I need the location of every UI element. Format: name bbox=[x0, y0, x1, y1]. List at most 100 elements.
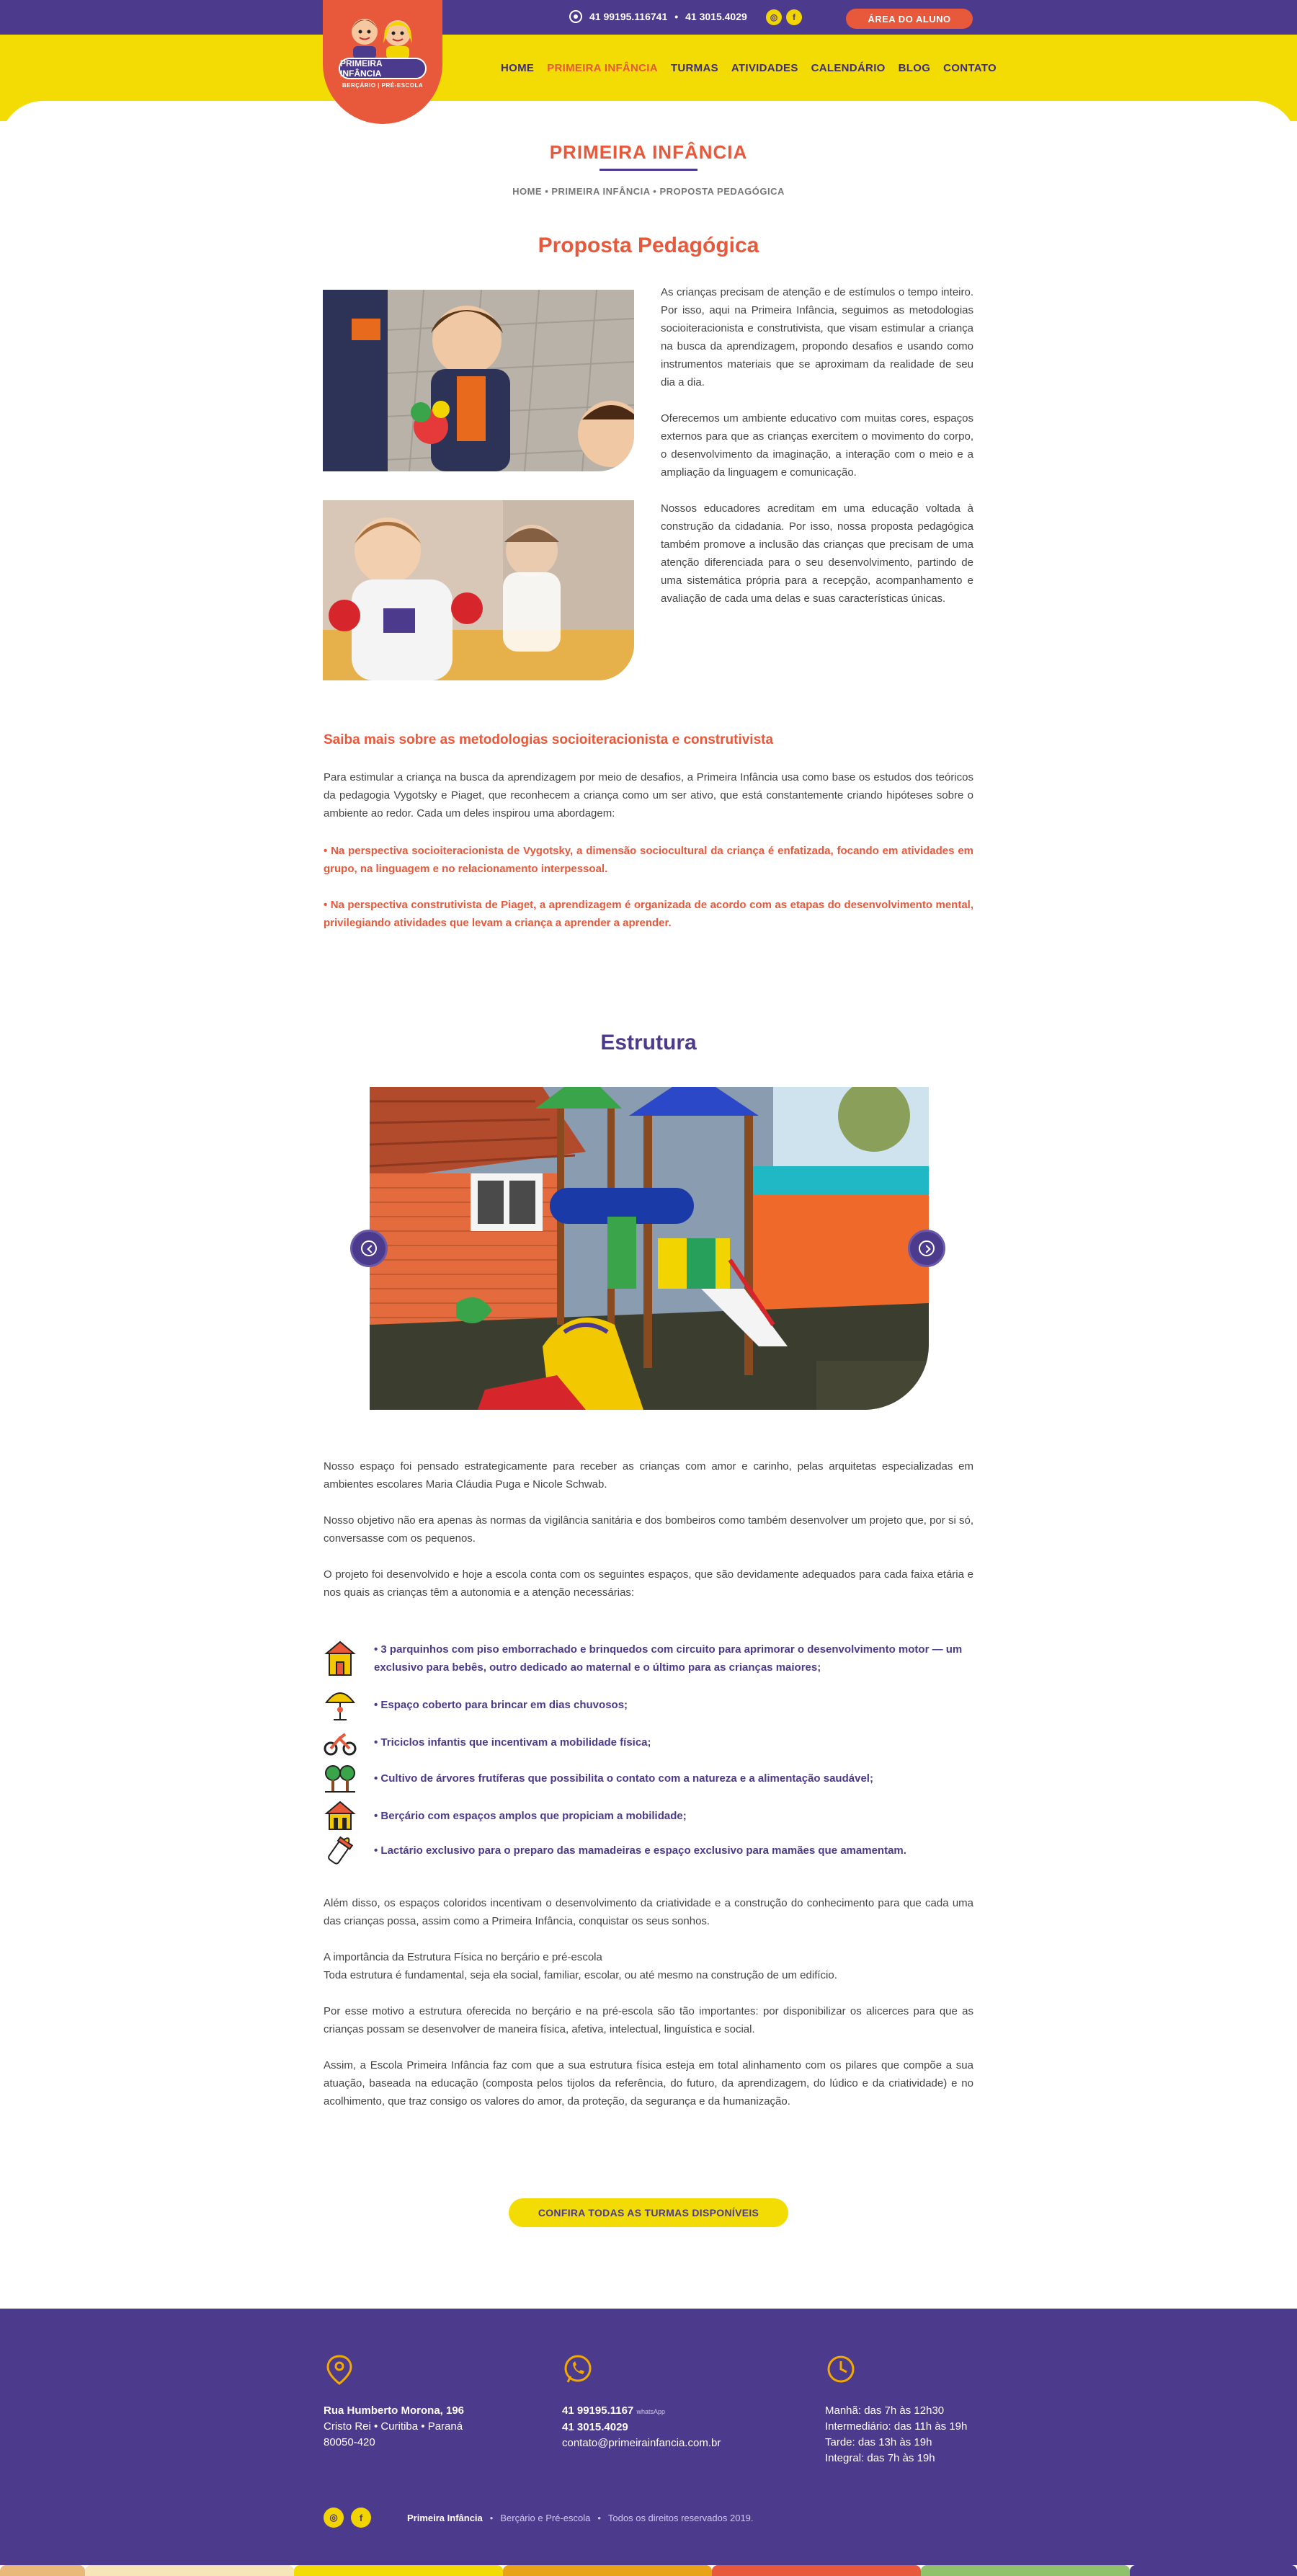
footer-email[interactable]: contato@primeirainfancia.com.br bbox=[562, 2435, 721, 2451]
nav-calendario[interactable]: CALENDÁRIO bbox=[805, 62, 892, 74]
proposta-text: As crianças precisam de atenção e de est… bbox=[661, 283, 973, 626]
page-title: PRIMEIRA INFÂNCIA bbox=[549, 141, 748, 163]
house-icon bbox=[324, 1800, 356, 1830]
footer-phone-2[interactable]: 41 3015.4029 bbox=[562, 2420, 721, 2435]
footer-brand: Primeira Infância bbox=[407, 2512, 483, 2523]
estrutura-title: Estrutura bbox=[600, 1031, 697, 1054]
logo[interactable]: PRIMEIRA INFÂNCIA BERÇÁRIO | PRÉ-ESCOLA bbox=[323, 0, 442, 124]
nav-home[interactable]: HOME bbox=[494, 62, 540, 74]
footer-city: Cristo Rei • Curitiba • Paraná bbox=[324, 2420, 463, 2433]
logo-name: PRIMEIRA INFÂNCIA bbox=[339, 58, 427, 79]
footer-phone-note: whatsApp bbox=[636, 2408, 665, 2415]
facebook-icon[interactable]: f bbox=[351, 2508, 371, 2528]
confira-turmas-button[interactable]: CONFIRA TODAS AS TURMAS DISPONÍVEIS bbox=[509, 2198, 788, 2227]
estrutura-paragraph: O projeto foi desenvolvido e hoje a esco… bbox=[324, 1568, 973, 1599]
slider-next-button[interactable] bbox=[908, 1230, 945, 1267]
footer-hours-line: Tarde: das 13h às 19h bbox=[825, 2436, 932, 2448]
footer-hours-line: Integral: das 7h às 19h bbox=[825, 2452, 935, 2464]
feature-text: • Espaço coberto para brincar em dias ch… bbox=[374, 1698, 628, 1711]
clock-icon bbox=[827, 2355, 855, 2383]
footer-rights: Todos os direitos reservados 2019. bbox=[607, 2512, 754, 2523]
footer-contact: 41 99195.1167 whatsApp 41 3015.4029 cont… bbox=[562, 2353, 721, 2451]
trees-icon bbox=[325, 1765, 355, 1793]
area-do-aluno-button[interactable]: ÁREA DO ALUNO bbox=[846, 9, 973, 29]
strip-segment bbox=[85, 2565, 294, 2576]
main-nav: HOME PRIMEIRA INFÂNCIA TURMAS ATIVIDADES… bbox=[494, 62, 1003, 74]
closing-paragraph: Assim, a Escola Primeira Infância faz co… bbox=[324, 2059, 973, 2108]
feature-text: • Triciclos infantis que incentivam a mo… bbox=[374, 1736, 651, 1749]
nav-contato[interactable]: CONTATO bbox=[937, 62, 1003, 74]
estrutura-closing: Além disso, os espaços coloridos incenti… bbox=[324, 1894, 973, 2128]
footer-tagline: Berçário e Pré-escola bbox=[500, 2512, 591, 2523]
feature-text: • Cultivo de árvores frutíferas que poss… bbox=[374, 1772, 873, 1785]
closing-paragraph: Além disso, os espaços coloridos incenti… bbox=[324, 1897, 973, 1927]
strip-segment bbox=[712, 2565, 921, 2576]
feature-text: • Berçário com espaços amplos que propic… bbox=[374, 1809, 687, 1822]
footer-street: Rua Humberto Morona, 196 bbox=[324, 2404, 465, 2417]
feature-text: • Lactário exclusivo para o preparo das … bbox=[374, 1844, 906, 1857]
facebook-icon[interactable]: f bbox=[786, 9, 802, 25]
feature-item: • Triciclos infantis que incentivam a mo… bbox=[324, 1724, 979, 1760]
logo-subtitle: BERÇÁRIO | PRÉ-ESCOLA bbox=[342, 82, 424, 89]
strip-segment bbox=[1130, 2565, 1297, 2576]
feature-item: • Espaço coberto para brincar em dias ch… bbox=[324, 1687, 979, 1723]
footer-hours-line: Manhã: das 7h às 12h30 bbox=[825, 2404, 945, 2417]
proposta-paragraph: As crianças precisam de atenção e de est… bbox=[661, 286, 973, 388]
estrutura-paragraph: Nosso objetivo não era apenas às normas … bbox=[324, 1514, 973, 1545]
nav-primeira-infancia[interactable]: PRIMEIRA INFÂNCIA bbox=[540, 62, 664, 74]
top-phone-2[interactable]: 41 3015.4029 bbox=[685, 11, 747, 22]
slider-prev-button[interactable] bbox=[350, 1230, 388, 1267]
chevron-right-icon bbox=[919, 1240, 935, 1256]
feature-item: • 3 parquinhos com piso emborrachado e b… bbox=[324, 1640, 979, 1676]
proposta-paragraph: Oferecemos um ambiente educativo com mui… bbox=[661, 412, 973, 479]
closing-paragraph: Por esse motivo a estrutura oferecida no… bbox=[324, 2005, 973, 2035]
photo-girl-playing bbox=[323, 290, 634, 471]
proposta-paragraph: Nossos educadores acreditam em uma educa… bbox=[661, 502, 973, 605]
feature-item: • Cultivo de árvores frutíferas que poss… bbox=[324, 1760, 979, 1796]
strip-segment bbox=[503, 2565, 712, 2576]
estrutura-slider-image bbox=[370, 1087, 929, 1410]
whatsapp-icon bbox=[569, 10, 582, 23]
footer-dot: • bbox=[489, 2512, 494, 2523]
nav-blog[interactable]: BLOG bbox=[892, 62, 937, 74]
proposta-title: Proposta Pedagógica bbox=[538, 234, 759, 257]
playground-icon bbox=[324, 1640, 356, 1676]
location-pin-icon bbox=[326, 2355, 352, 2385]
feature-item: • Berçário com espaços amplos que propic… bbox=[324, 1798, 979, 1834]
closing-paragraph: A importância da Estrutura Física no ber… bbox=[324, 1951, 837, 1981]
umbrella-icon bbox=[325, 1692, 355, 1720]
bullet-piaget: • Na perspectiva construtivista de Piage… bbox=[324, 899, 973, 929]
nav-atividades[interactable]: ATIVIDADES bbox=[725, 62, 805, 74]
top-phone-1[interactable]: 41 99195.116741 bbox=[589, 11, 667, 22]
strip-segment bbox=[0, 2565, 85, 2576]
footer-hours: Manhã: das 7h às 12h30 Intermediário: da… bbox=[825, 2353, 967, 2466]
baby-bottle-icon bbox=[328, 1836, 354, 1865]
tricycle-icon bbox=[324, 1733, 357, 1756]
logo-kids-icon bbox=[352, 19, 412, 59]
top-contacts: 41 99195.116741 • 41 3015.4029 bbox=[569, 10, 747, 23]
footer: Rua Humberto Morona, 196 Cristo Rei • Cu… bbox=[0, 2309, 1297, 2565]
metodologias-title: Saiba mais sobre as metodologias socioit… bbox=[324, 732, 774, 747]
photo-boy-painting bbox=[323, 500, 634, 680]
strip-segment bbox=[294, 2565, 503, 2576]
instagram-icon[interactable]: ◎ bbox=[324, 2508, 344, 2528]
top-bar: 41 99195.116741 • 41 3015.4029 ◎ f ÁREA … bbox=[0, 0, 1297, 37]
whatsapp-icon bbox=[564, 2355, 592, 2383]
metodologias-intro: Para estimular a criança na busca da apr… bbox=[324, 771, 973, 820]
footer-phone-1[interactable]: 41 99195.1167 bbox=[562, 2404, 633, 2417]
footer-zip: 80050-420 bbox=[324, 2436, 375, 2448]
feature-text: • 3 parquinhos com piso emborrachado e b… bbox=[374, 1643, 963, 1674]
footer-dot: • bbox=[597, 2512, 601, 2523]
footer-hours-line: Intermediário: das 11h às 19h bbox=[825, 2420, 968, 2433]
strip-segment bbox=[921, 2565, 1130, 2576]
bullet-vygotsky: • Na perspectiva socioiteracionista de V… bbox=[324, 845, 973, 875]
top-separator: • bbox=[674, 11, 679, 22]
top-social: ◎ f bbox=[766, 9, 802, 25]
title-underline bbox=[600, 169, 697, 171]
instagram-icon[interactable]: ◎ bbox=[766, 9, 782, 25]
footer-address: Rua Humberto Morona, 196 Cristo Rei • Cu… bbox=[324, 2353, 464, 2451]
nav-turmas[interactable]: TURMAS bbox=[664, 62, 725, 74]
breadcrumb: HOME • PRIMEIRA INFÂNCIA • PROPOSTA PEDA… bbox=[512, 186, 785, 197]
estrutura-text: Nosso espaço foi pensado estrategicament… bbox=[324, 1457, 973, 1620]
footer-bottom: ◎ f Primeira Infância • Berçário e Pré-e… bbox=[324, 2508, 754, 2528]
